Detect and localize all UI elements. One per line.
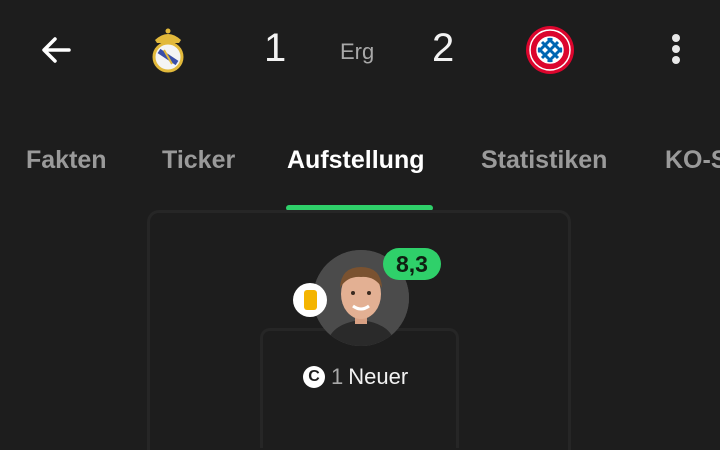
home-team-logo[interactable] xyxy=(142,24,194,76)
player-name: Neuer xyxy=(348,364,409,389)
more-vertical-icon xyxy=(672,34,680,42)
tab-fakten[interactable]: Fakten xyxy=(26,146,107,175)
away-score: 2 xyxy=(432,26,455,70)
player-number: 1 xyxy=(331,364,344,389)
back-button[interactable] xyxy=(36,30,76,70)
yellow-card-badge xyxy=(293,283,327,317)
tab-aufstellung[interactable]: Aufstellung xyxy=(287,146,425,175)
away-team-logo[interactable] xyxy=(524,24,576,76)
tab-statistiken[interactable]: Statistiken xyxy=(481,146,607,175)
tab-bar: Fakten Ticker Aufstellung Statistiken KO… xyxy=(0,130,720,212)
yellow-card-icon xyxy=(304,290,317,310)
player-rating-badge: 8,3 xyxy=(383,248,441,280)
more-options-button[interactable] xyxy=(664,28,688,68)
tab-ticker[interactable]: Ticker xyxy=(162,146,235,175)
tab-ko-s[interactable]: KO-S xyxy=(665,146,720,175)
match-header: 1 Erg 2 xyxy=(0,0,720,100)
captain-icon: C xyxy=(303,366,325,388)
arrow-left-icon xyxy=(42,37,71,63)
match-status: Erg xyxy=(340,39,375,64)
home-score: 1 xyxy=(264,26,287,70)
player-label[interactable]: C 1 Neuer xyxy=(303,364,408,392)
bayern-munchen-crest-icon xyxy=(526,26,574,74)
real-madrid-crest-icon xyxy=(152,28,184,73)
